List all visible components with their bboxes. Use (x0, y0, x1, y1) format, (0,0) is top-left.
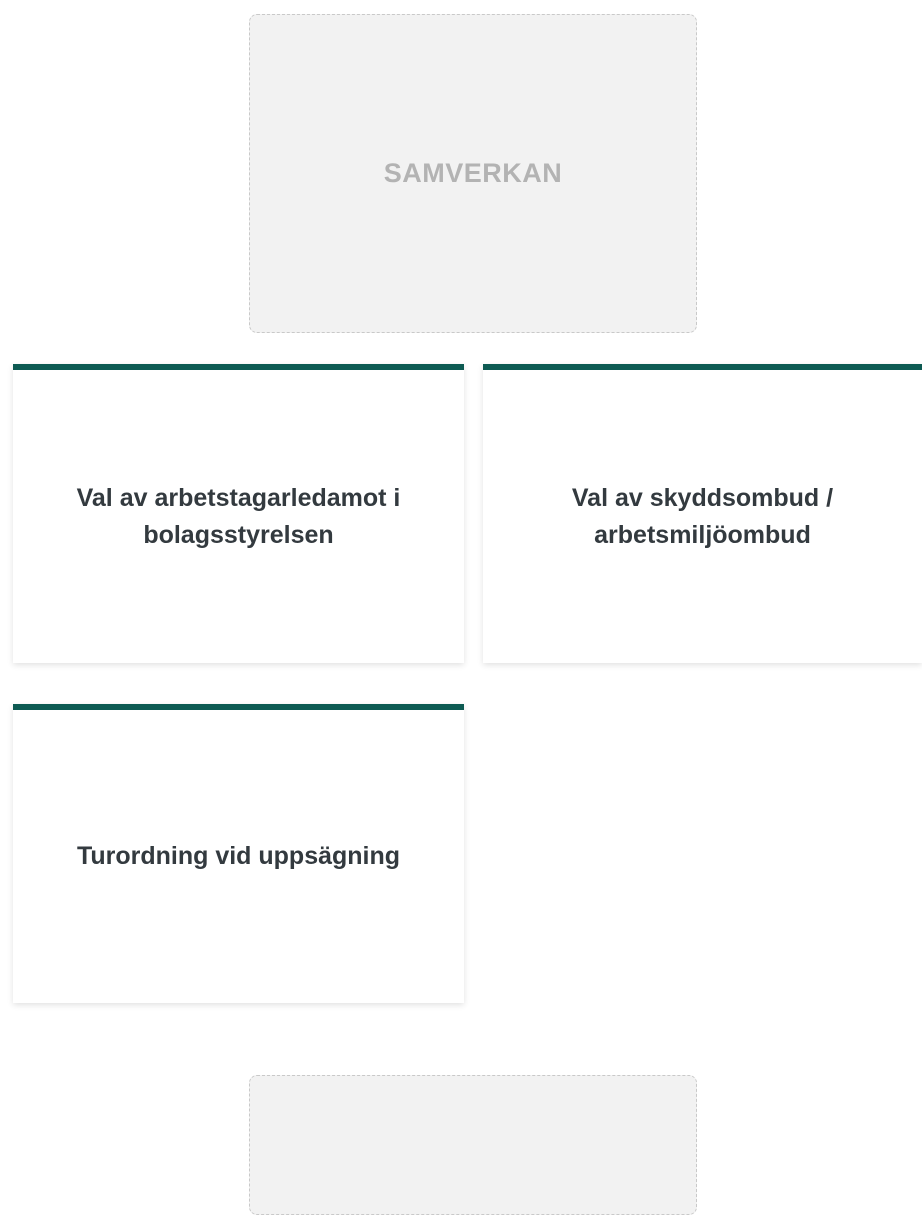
card-title: Turordning vid uppsägning (76, 842, 401, 870)
card-title: Val av skyddsombud / arbetsmiljöombud (571, 483, 834, 549)
card-turordning[interactable]: Turordning vid uppsägning (13, 704, 464, 1003)
samverkan-label: SAMVERKAN (383, 158, 563, 188)
samverkan-placeholder: SAMVERKAN (249, 14, 697, 333)
card-title: Val av arbetstagarledamot i bolagsstyrel… (76, 483, 401, 549)
bottom-placeholder (249, 1075, 697, 1215)
card-skyddsombud[interactable]: Val av skyddsombud / arbetsmiljöombud (483, 364, 922, 663)
card-arbetstagarledamot[interactable]: Val av arbetstagarledamot i bolagsstyrel… (13, 364, 464, 663)
